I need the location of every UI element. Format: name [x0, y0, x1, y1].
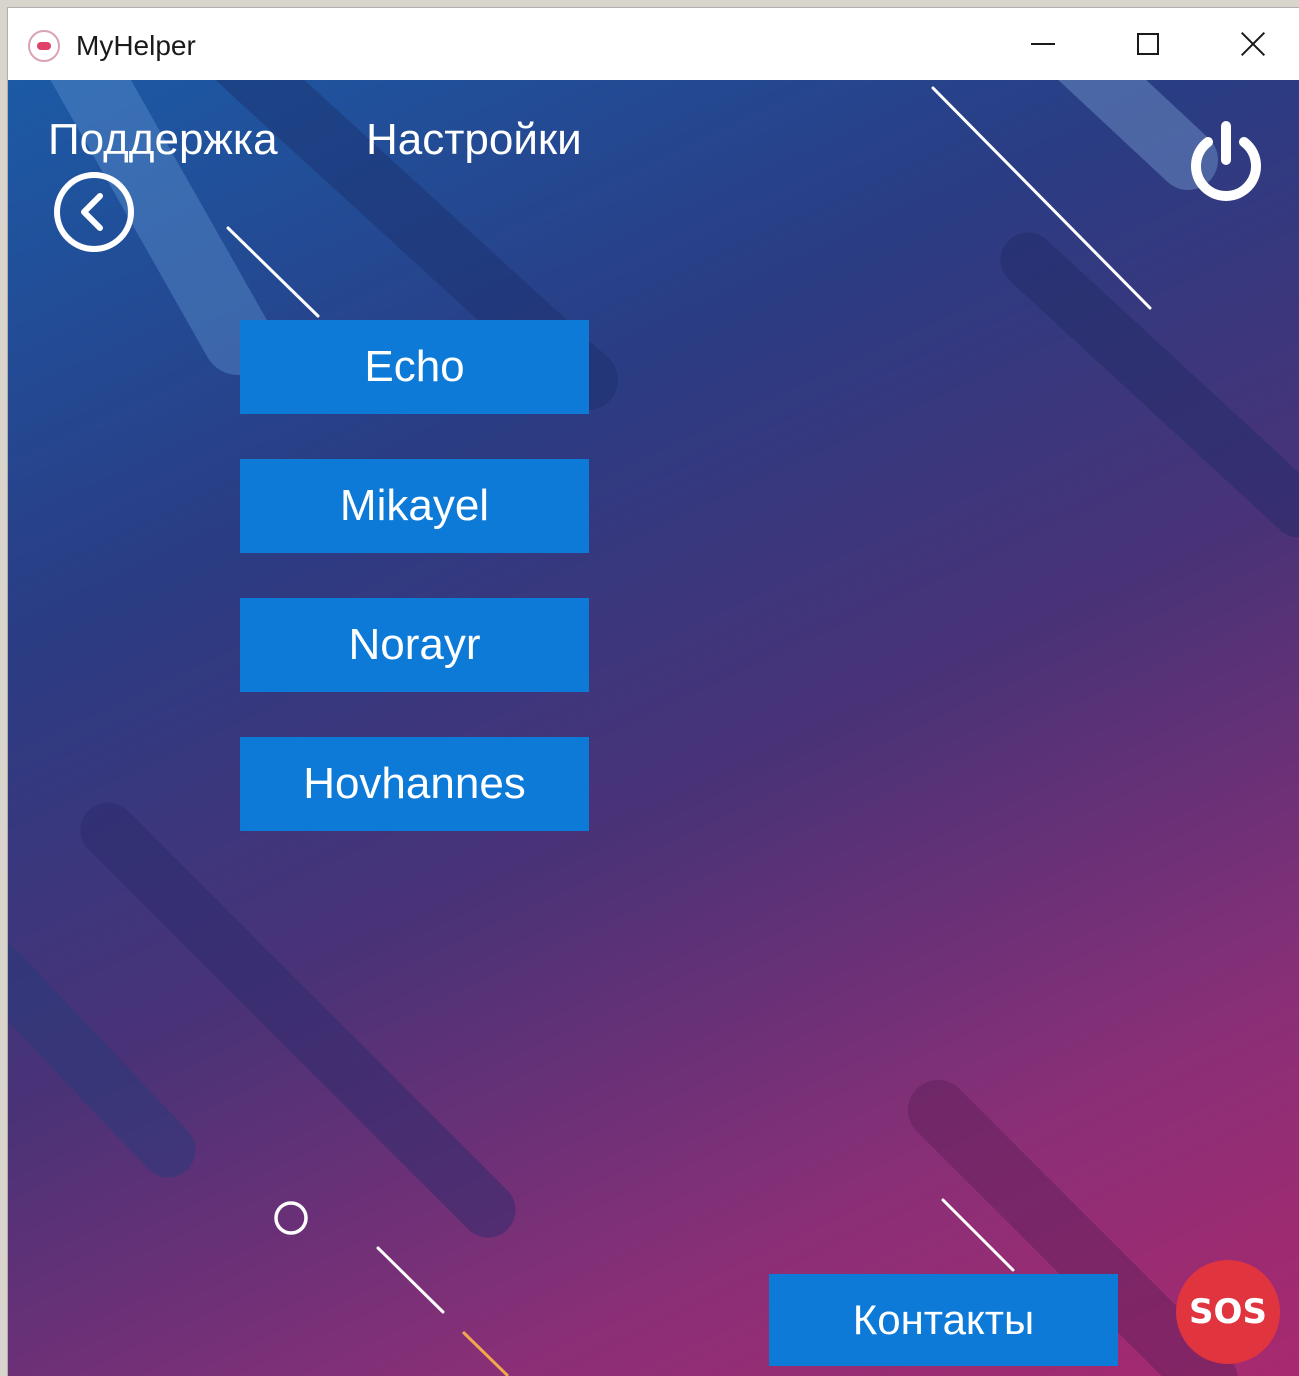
back-arrow-circle-icon	[54, 172, 134, 252]
back-button[interactable]	[52, 170, 136, 254]
window-title: MyHelper	[76, 30, 196, 61]
minimize-icon	[1031, 43, 1055, 45]
background-decoration	[8, 80, 1299, 1376]
title-bar[interactable]: MyHelper	[8, 8, 1299, 80]
contact-button-echo[interactable]: Echo	[240, 320, 589, 414]
contact-button-hovhannes[interactable]: Hovhannes	[240, 737, 589, 831]
close-button[interactable]	[1218, 22, 1288, 66]
contact-button-mikayel[interactable]: Mikayel	[240, 459, 589, 553]
contacts-button[interactable]: Контакты	[769, 1274, 1118, 1366]
app-window: MyHelper Поддержка Настройки Echo Mikaye…	[8, 8, 1299, 1376]
maximize-icon	[1137, 33, 1159, 55]
contact-button-norayr[interactable]: Norayr	[240, 598, 589, 692]
app-icon	[28, 30, 60, 62]
main-panel: Поддержка Настройки Echo Mikayel Norayr …	[8, 80, 1299, 1376]
close-icon	[1239, 30, 1267, 58]
sos-button[interactable]: SOS	[1176, 1260, 1280, 1364]
power-icon	[1191, 121, 1261, 201]
power-button[interactable]	[1183, 118, 1269, 204]
maximize-button[interactable]	[1113, 22, 1183, 66]
minimize-button[interactable]	[1008, 22, 1078, 66]
nav-settings[interactable]: Настройки	[366, 114, 582, 166]
nav-support[interactable]: Поддержка	[48, 114, 278, 166]
